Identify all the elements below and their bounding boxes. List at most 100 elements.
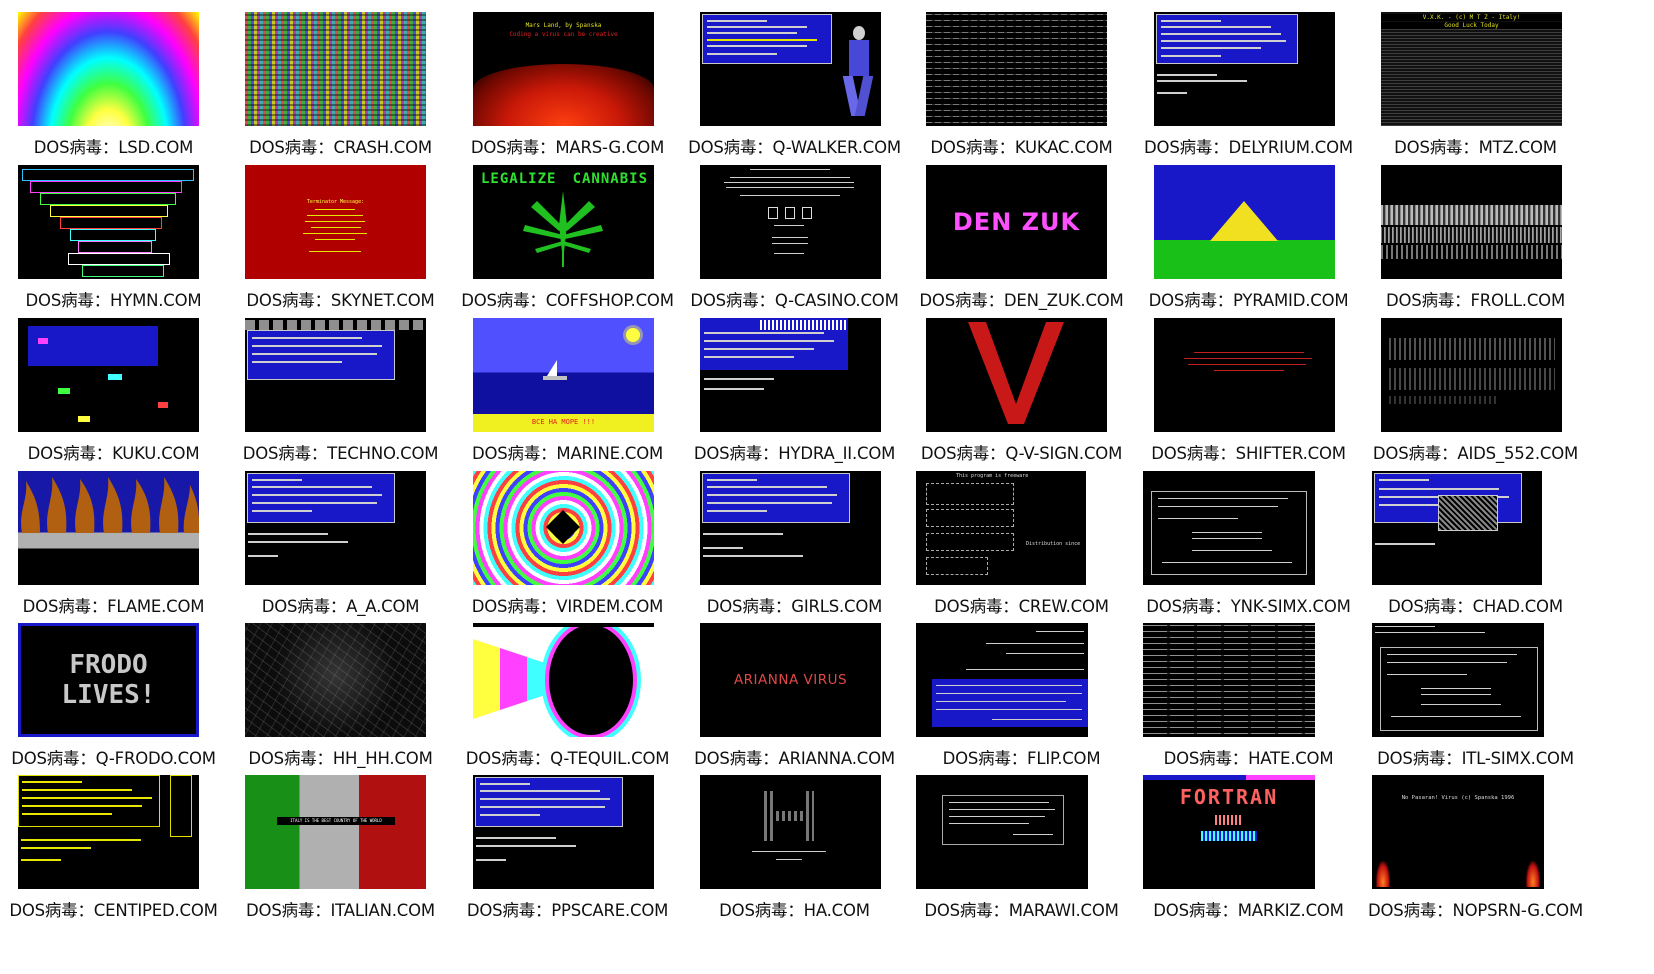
- crew-thumbnail[interactable]: This program is freeware Distribution si…: [916, 471, 1086, 585]
- gallery-item-marawi[interactable]: DOS病毒：MARAWI.COM: [908, 763, 1135, 921]
- arianna-text: ARIANNA VIRUS: [733, 672, 848, 688]
- gallery-item-mtz[interactable]: V.X.K. - (c) M T Z - Italy! Good Luck To…: [1362, 0, 1589, 158]
- italian-thumbnail[interactable]: ITALY IS THE BEST COUNTRY OF THE WORLD: [245, 775, 426, 889]
- flip-thumbnail[interactable]: [916, 623, 1088, 737]
- q-walker-thumbnail[interactable]: [700, 12, 881, 126]
- gallery-item-chad[interactable]: DOS病毒：CHAD.COM: [1362, 459, 1589, 617]
- gallery-item-pyramid[interactable]: DOS病毒：PYRAMID.COM: [1135, 153, 1362, 311]
- skynet-message: Terminator Message:: [306, 199, 365, 205]
- flames-icon: [21, 477, 199, 533]
- v-sign-icon: [968, 322, 1064, 424]
- itl-simx-thumbnail[interactable]: [1372, 623, 1544, 737]
- froll-thumbnail[interactable]: [1381, 165, 1562, 279]
- gallery-item-italian[interactable]: ITALY IS THE BEST COUNTRY OF THE WORLD D…: [227, 763, 454, 921]
- techno-thumbnail[interactable]: [245, 318, 426, 432]
- thumbnail-caption: DOS病毒：MARKIZ.COM: [1153, 901, 1344, 920]
- ynk-simx-thumbnail[interactable]: [1143, 471, 1315, 585]
- frodo-text: FRODO: [69, 650, 148, 680]
- mtz-subtitle: Good Luck Today: [1381, 22, 1562, 29]
- gallery-item-froll[interactable]: DOS病毒：FROLL.COM: [1362, 153, 1589, 311]
- gallery-item-q-tequil[interactable]: DOS病毒：Q-TEQUIL.COM: [454, 611, 681, 769]
- gallery-item-nopsrn-g[interactable]: No Pasaran! Virus (c) Spanska 1996 DOS病毒…: [1362, 763, 1589, 921]
- hydra-ii-thumbnail[interactable]: [700, 318, 881, 432]
- hate-thumbnail[interactable]: [1143, 623, 1315, 737]
- gallery-item-crew[interactable]: This program is freeware Distribution si…: [908, 459, 1135, 617]
- gallery-item-q-walker[interactable]: DOS病毒：Q-WALKER.COM: [681, 0, 908, 158]
- gallery-item-flip[interactable]: DOS病毒：FLIP.COM: [908, 611, 1135, 769]
- arianna-thumbnail[interactable]: ARIANNA VIRUS: [700, 623, 881, 737]
- gallery-item-kuku[interactable]: DOS病毒：KUKU.COM: [0, 306, 227, 464]
- gallery-item-delyrium[interactable]: DOS病毒：DELYRIUM.COM: [1135, 0, 1362, 158]
- gallery-item-skynet[interactable]: Terminator Message: DOS病毒：SKYNET.COM: [227, 153, 454, 311]
- gallery-item-hymn[interactable]: DOS病毒：HYMN.COM: [0, 153, 227, 311]
- mtz-thumbnail[interactable]: V.X.K. - (c) M T Z - Italy! Good Luck To…: [1381, 12, 1562, 126]
- gallery-item-aids-552[interactable]: DOS病毒：AIDS_552.COM: [1362, 306, 1589, 464]
- flame-thumbnail[interactable]: [18, 471, 199, 585]
- gallery-item-hydra-ii[interactable]: DOS病毒：HYDRA_II.COM: [681, 306, 908, 464]
- kuku-thumbnail[interactable]: [18, 318, 199, 432]
- gallery-item-a-a[interactable]: DOS病毒：A_A.COM: [227, 459, 454, 617]
- gallery-item-mars-g[interactable]: Mars Land, by Spanska Coding a virus can…: [454, 0, 681, 158]
- q-frodo-thumbnail[interactable]: FRODO LIVES!: [18, 623, 199, 737]
- virus-gallery-grid: DOS病毒：LSD.COM DOS病毒：CRASH.COM Mars Land,…: [0, 0, 1654, 974]
- girls-thumbnail[interactable]: [700, 471, 881, 585]
- gallery-item-q-frodo[interactable]: FRODO LIVES! DOS病毒：Q-FRODO.COM: [0, 611, 227, 769]
- hymn-thumbnail[interactable]: [18, 165, 199, 279]
- kukac-thumbnail[interactable]: [926, 12, 1107, 126]
- chad-thumbnail[interactable]: [1372, 471, 1542, 585]
- lives-text: LIVES!: [61, 680, 156, 710]
- dosbox-window: [247, 473, 395, 523]
- virdem-thumbnail[interactable]: [473, 471, 654, 585]
- nopsrn-g-thumbnail[interactable]: No Pasaran! Virus (c) Spanska 1996: [1372, 775, 1544, 889]
- hh-hh-thumbnail[interactable]: [245, 623, 426, 737]
- markiz-thumbnail[interactable]: FORTRAN: [1143, 775, 1315, 889]
- gallery-item-q-casino[interactable]: DOS病毒：Q-CASINO.COM: [681, 153, 908, 311]
- gallery-item-virdem[interactable]: DOS病毒：VIRDEM.COM: [454, 459, 681, 617]
- gallery-item-lsd[interactable]: DOS病毒：LSD.COM: [0, 0, 227, 158]
- gallery-item-flame[interactable]: DOS病毒：FLAME.COM: [0, 459, 227, 617]
- ha-thumbnail[interactable]: [700, 775, 881, 889]
- gallery-item-shifter[interactable]: DOS病毒：SHIFTER.COM: [1135, 306, 1362, 464]
- thumbnail-caption: DOS病毒：MARAWI.COM: [924, 901, 1119, 920]
- aids-552-thumbnail[interactable]: [1381, 318, 1562, 432]
- delyrium-thumbnail[interactable]: [1154, 12, 1335, 126]
- gallery-item-kukac[interactable]: DOS病毒：KUKAC.COM: [908, 0, 1135, 158]
- centiped-thumbnail[interactable]: [18, 775, 199, 889]
- coffshop-thumbnail[interactable]: LEGALIZE CANNABIS: [473, 165, 654, 279]
- thumbnail-caption: DOS病毒：ITALIAN.COM: [246, 901, 435, 920]
- gallery-item-markiz[interactable]: FORTRAN DOS病毒：MARKIZ.COM: [1135, 763, 1362, 921]
- thumbnail-caption: DOS病毒：NOPSRN-G.COM: [1368, 901, 1583, 920]
- dosbox-window: [247, 330, 395, 380]
- gallery-item-coffshop[interactable]: LEGALIZE CANNABIS DOS病毒：COFFSHOP.COM: [454, 153, 681, 311]
- q-tequil-thumbnail[interactable]: [473, 623, 654, 737]
- gallery-item-girls[interactable]: DOS病毒：GIRLS.COM: [681, 459, 908, 617]
- gallery-item-hate[interactable]: DOS病毒：HATE.COM: [1135, 611, 1362, 769]
- crash-thumbnail[interactable]: [245, 12, 426, 126]
- q-v-sign-thumbnail[interactable]: [926, 318, 1107, 432]
- gallery-item-arianna[interactable]: ARIANNA VIRUS DOS病毒：ARIANNA.COM: [681, 611, 908, 769]
- skynet-thumbnail[interactable]: Terminator Message:: [245, 165, 426, 279]
- ppscare-thumbnail[interactable]: [473, 775, 654, 889]
- marawi-thumbnail[interactable]: [916, 775, 1088, 889]
- mars-g-thumbnail[interactable]: Mars Land, by Spanska Coding a virus can…: [473, 12, 654, 126]
- gallery-item-crash[interactable]: DOS病毒：CRASH.COM: [227, 0, 454, 158]
- gallery-item-centiped[interactable]: DOS病毒：CENTIPED.COM: [0, 763, 227, 921]
- gallery-item-marine[interactable]: ВСЕ НА МОРЕ !!! DOS病毒：MARINE.COM: [454, 306, 681, 464]
- gallery-item-hh-hh[interactable]: DOS病毒：HH_HH.COM: [227, 611, 454, 769]
- mtz-title: V.X.K. - (c) M T Z - Italy!: [1381, 14, 1562, 21]
- gallery-item-ha[interactable]: DOS病毒：HA.COM: [681, 763, 908, 921]
- gallery-item-itl-simx[interactable]: DOS病毒：ITL-SIMX.COM: [1362, 611, 1589, 769]
- marine-thumbnail[interactable]: ВСЕ НА МОРЕ !!!: [473, 318, 654, 432]
- a-a-thumbnail[interactable]: [245, 471, 426, 585]
- shifter-thumbnail[interactable]: [1154, 318, 1335, 432]
- gallery-item-ynk-simx[interactable]: DOS病毒：YNK-SIMX.COM: [1135, 459, 1362, 617]
- lsd-thumbnail[interactable]: [18, 12, 199, 126]
- pyramid-thumbnail[interactable]: [1154, 165, 1335, 279]
- gallery-item-den-zuk[interactable]: DEN ZUK DOS病毒：DEN_ZUK.COM: [908, 153, 1135, 311]
- gallery-item-q-v-sign[interactable]: DOS病毒：Q-V-SIGN.COM: [908, 306, 1135, 464]
- den-zuk-thumbnail[interactable]: DEN ZUK: [926, 165, 1107, 279]
- gallery-item-techno[interactable]: DOS病毒：TECHNO.COM: [227, 306, 454, 464]
- q-casino-thumbnail[interactable]: [700, 165, 881, 279]
- thumbnail-caption: DOS病毒：CENTIPED.COM: [9, 901, 218, 920]
- gallery-item-ppscare[interactable]: DOS病毒：PPSCARE.COM: [454, 763, 681, 921]
